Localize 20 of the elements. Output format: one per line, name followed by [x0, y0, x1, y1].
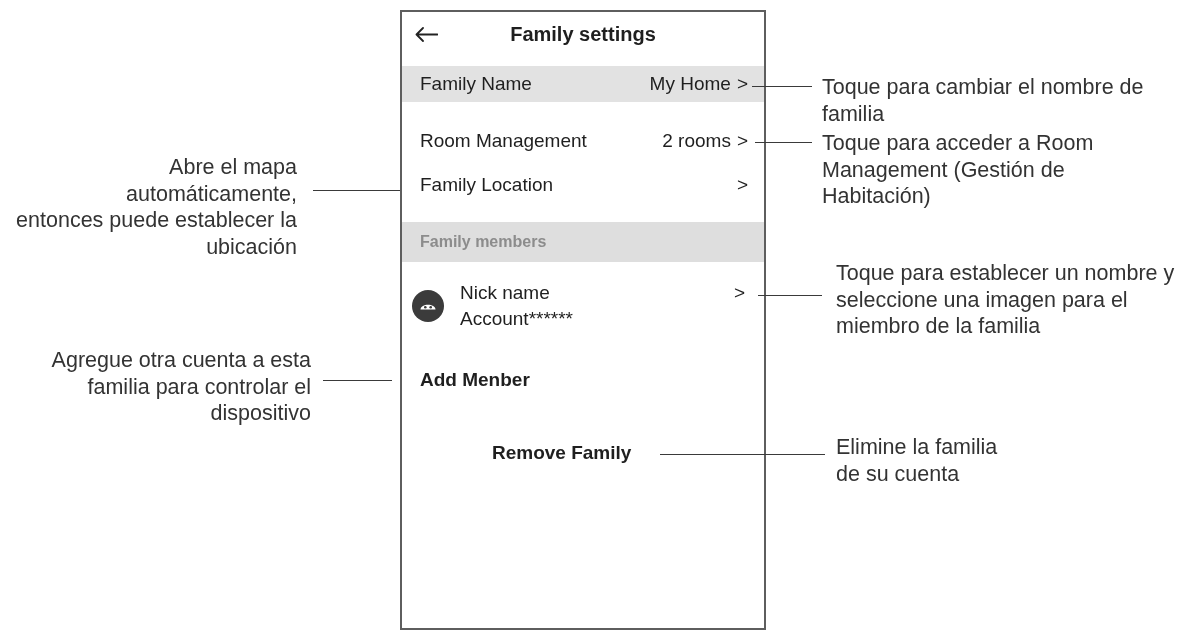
remove-family-link[interactable]: Remove Family	[492, 431, 632, 475]
callout-text: Toque para acceder a Room Management (Gestión de Habitación)	[822, 130, 1094, 210]
section-header: Family members	[402, 222, 764, 262]
callout-text: Agregue otra cuenta a esta familia para controlar el dispositivo	[51, 347, 311, 427]
settings-row[interactable]: Room Management 2 rooms >	[402, 123, 764, 159]
settings-row[interactable]: Family Location >	[402, 167, 764, 203]
callout-text: Toque para cambiar el nombre de familia	[822, 74, 1144, 127]
callout-text: Elimine la familia de su cuenta	[836, 434, 998, 487]
callout-line	[752, 86, 812, 87]
callout-text: Abre el mapa automáticamente, entonces puede establecer la ubicación	[16, 154, 297, 260]
settings-row[interactable]: Family Name My Home >	[402, 66, 764, 102]
callout-line	[758, 295, 822, 296]
screen-title: Family settings	[509, 22, 657, 46]
callout-text: Toque para establecer un nombre y seleccione una imagen para el miembro de la familia	[836, 260, 1175, 340]
member-row[interactable]: Nick name Account****** >	[402, 280, 764, 332]
add-member-link[interactable]: Add Menber	[420, 358, 530, 402]
callout-line	[323, 380, 392, 381]
callout-line	[755, 142, 812, 143]
back-arrow-icon[interactable]	[415, 26, 438, 42]
avatar-icon	[412, 290, 444, 322]
